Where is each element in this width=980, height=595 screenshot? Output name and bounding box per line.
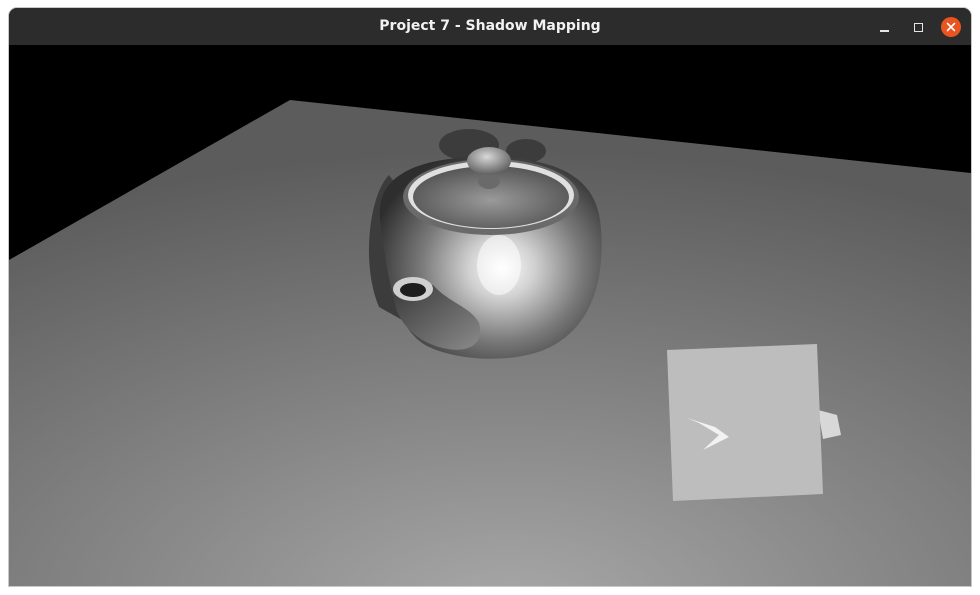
- minimize-icon: [879, 30, 889, 32]
- window-title: Project 7 - Shadow Mapping: [379, 18, 601, 34]
- minimize-button[interactable]: [874, 17, 894, 37]
- render-viewport[interactable]: [9, 45, 971, 586]
- maximize-icon: [913, 22, 923, 32]
- maximize-button[interactable]: [908, 17, 928, 37]
- scene-canvas: [9, 100, 971, 586]
- title-bar[interactable]: Project 7 - Shadow Mapping: [9, 8, 971, 45]
- close-icon: [946, 22, 956, 32]
- app-window: Project 7 - Shadow Mapping: [9, 8, 971, 586]
- light-cube: [667, 344, 841, 501]
- teapot: [379, 147, 602, 359]
- close-button[interactable]: [941, 17, 961, 37]
